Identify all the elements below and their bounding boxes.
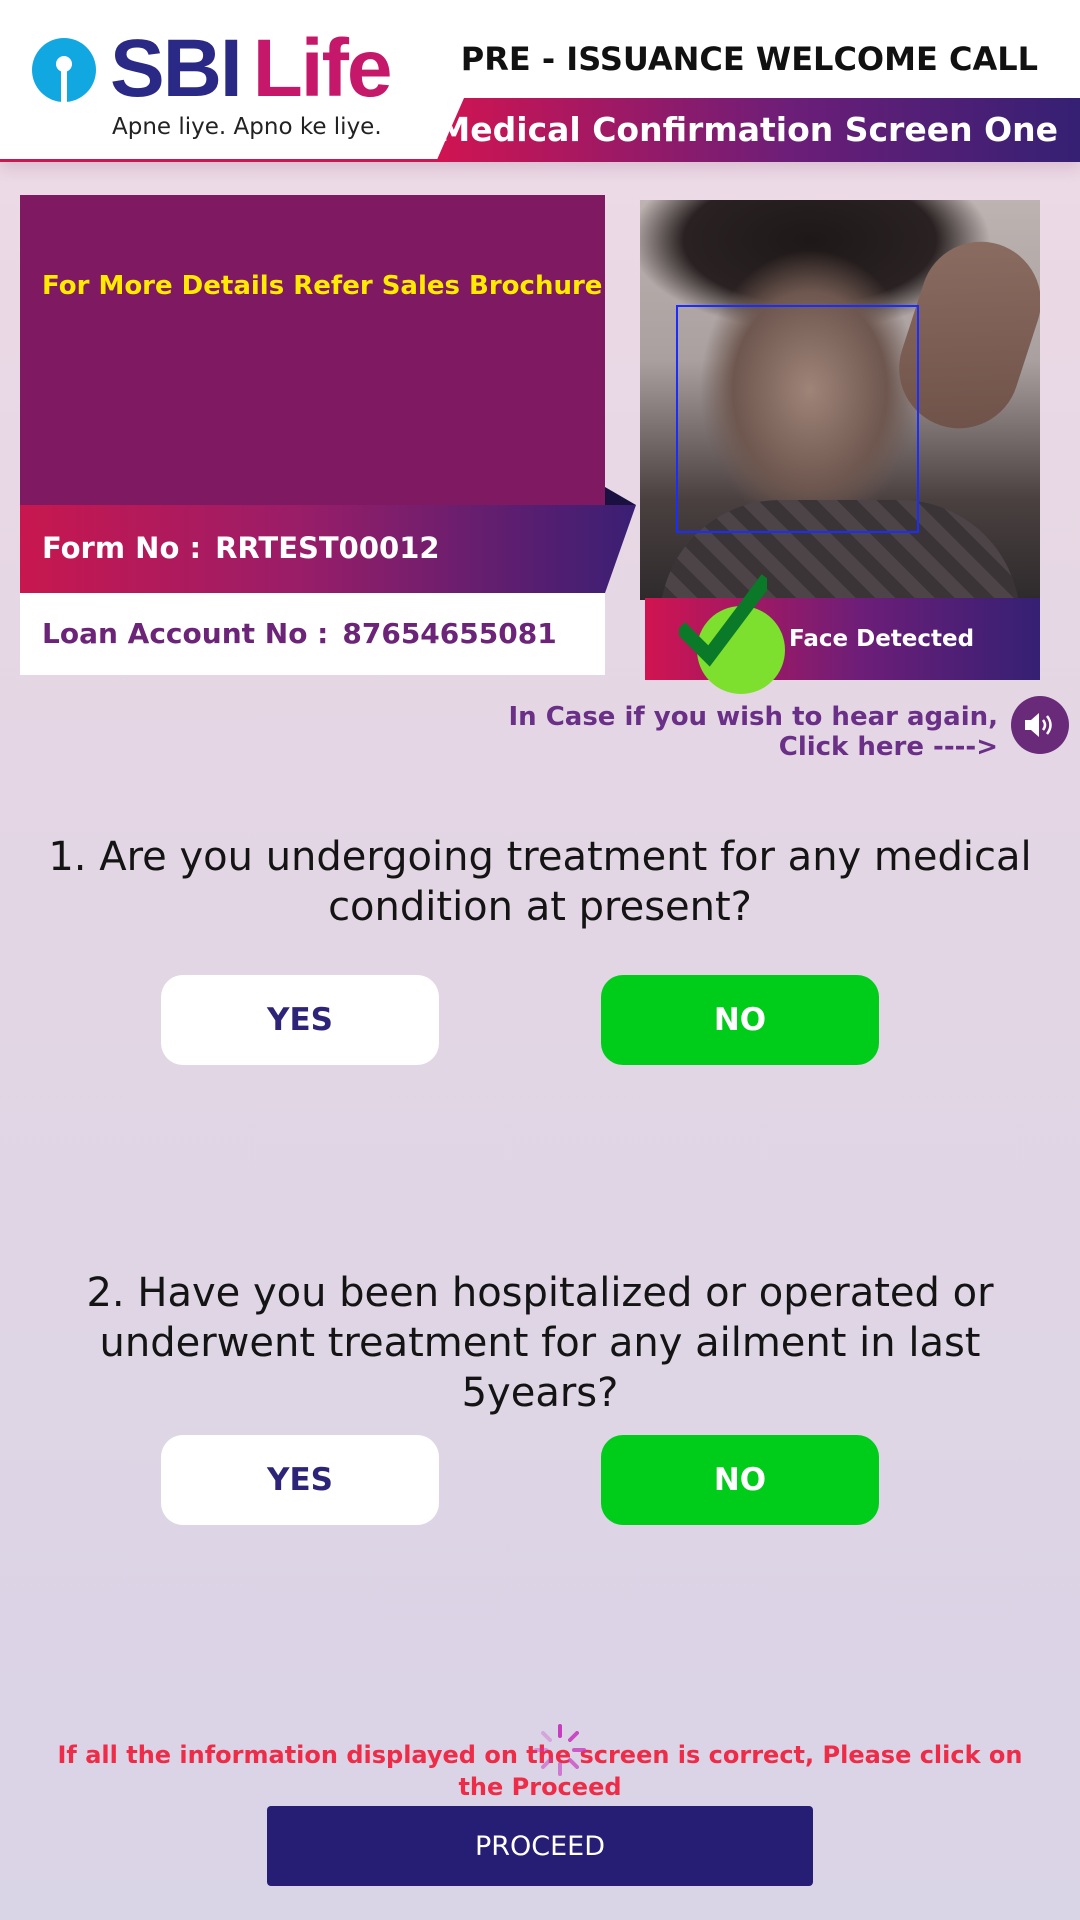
sbi-life-logo: SBI Life Apne liye. Apno ke liye. — [30, 28, 410, 145]
band-fold — [605, 487, 636, 505]
speaker-icon — [1025, 713, 1052, 737]
form-number: Form No : RRTEST00012 — [42, 531, 440, 565]
checkmark-icon — [679, 574, 767, 667]
loan-account-value: 87654655081 — [342, 617, 557, 650]
question-2-yes-button[interactable]: YES — [161, 1435, 439, 1525]
page-title: PRE - ISSUANCE WELCOME CALL — [460, 40, 1038, 78]
question-1-yes-button[interactable]: YES — [161, 975, 439, 1065]
form-number-label: Form No : — [42, 531, 202, 565]
policy-info-card: For More Details Refer Sales Brochure Fo… — [20, 195, 636, 675]
loading-spinner-icon — [534, 1724, 586, 1776]
question-1-no-button[interactable]: NO — [601, 975, 879, 1065]
face-status-banner: Face Detected — [645, 574, 1040, 694]
form-number-band: Form No : RRTEST00012 — [20, 505, 636, 593]
logo-tagline: Apne liye. Apno ke liye. — [112, 114, 382, 140]
question-1: 1. Are you undergoing treatment for any … — [48, 834, 1032, 930]
hear-again-line2: Click here ----> — [778, 732, 998, 762]
page-subtitle: Medical Confirmation Screen One — [437, 110, 1058, 149]
app-header: SBI Life Apne liye. Apno ke liye. PRE - I… — [0, 0, 1080, 162]
brochure-note: For More Details Refer Sales Brochure — [42, 271, 603, 301]
logo-life: Life — [252, 23, 393, 114]
loan-account-box: Loan Account No : 87654655081 — [20, 593, 605, 675]
form-number-value: RRTEST00012 — [215, 531, 440, 565]
question-2-no-button[interactable]: NO — [601, 1435, 879, 1525]
camera-preview — [640, 200, 1040, 600]
hear-again-link[interactable]: In Case if you wish to hear again, Click… — [478, 702, 998, 762]
logo-sbi: SBI — [110, 23, 243, 114]
loan-account-label: Loan Account No : — [42, 617, 329, 650]
replay-audio-button[interactable] — [1011, 696, 1069, 754]
question-2: 2. Have you been hospitalized or operate… — [86, 1270, 994, 1416]
face-detected-label: Face Detected — [789, 626, 975, 652]
proceed-button[interactable]: PROCEED — [267, 1806, 813, 1886]
sbi-logo-icon — [32, 38, 96, 102]
brochure-panel: For More Details Refer Sales Brochure — [20, 195, 605, 505]
loan-account: Loan Account No : 87654655081 — [42, 617, 557, 650]
logo-wordmark: SBI Life — [110, 28, 392, 110]
subtitle-band: Medical Confirmation Screen One — [436, 98, 1080, 162]
face-detection-box — [676, 305, 919, 533]
hear-again-line1: In Case if you wish to hear again, — [508, 702, 998, 732]
